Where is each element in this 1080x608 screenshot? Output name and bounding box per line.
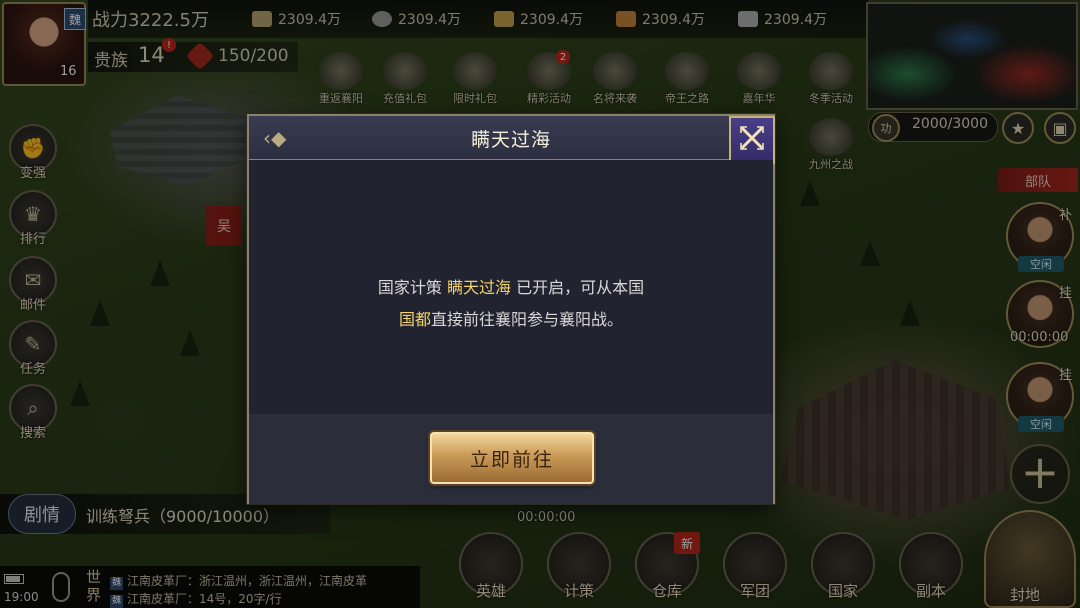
dialog-body: 国家计策 瞒天过海 已开启，可从本国 国都直接前往襄阳参与襄阳战。 <box>249 160 773 414</box>
go-now-button[interactable]: 立即前往 <box>430 432 594 484</box>
capital-highlight: 国都 <box>398 310 431 329</box>
close-icon <box>740 126 764 150</box>
dialog-footer: 立即前往 <box>249 414 773 504</box>
strategy-dialog: ‹◆ 瞒天过海 国家计策 瞒天过海 已开启，可从本国 国都直接前往襄阳参与襄阳战… <box>247 114 775 504</box>
dialog-message: 国家计策 瞒天过海 已开启，可从本国 国都直接前往襄阳参与襄阳战。 <box>377 278 645 329</box>
strategy-name: 瞒天过海 <box>446 278 511 297</box>
dialog-header: ‹◆ 瞒天过海 <box>249 116 773 160</box>
dialog-title: 瞒天过海 <box>470 129 551 151</box>
